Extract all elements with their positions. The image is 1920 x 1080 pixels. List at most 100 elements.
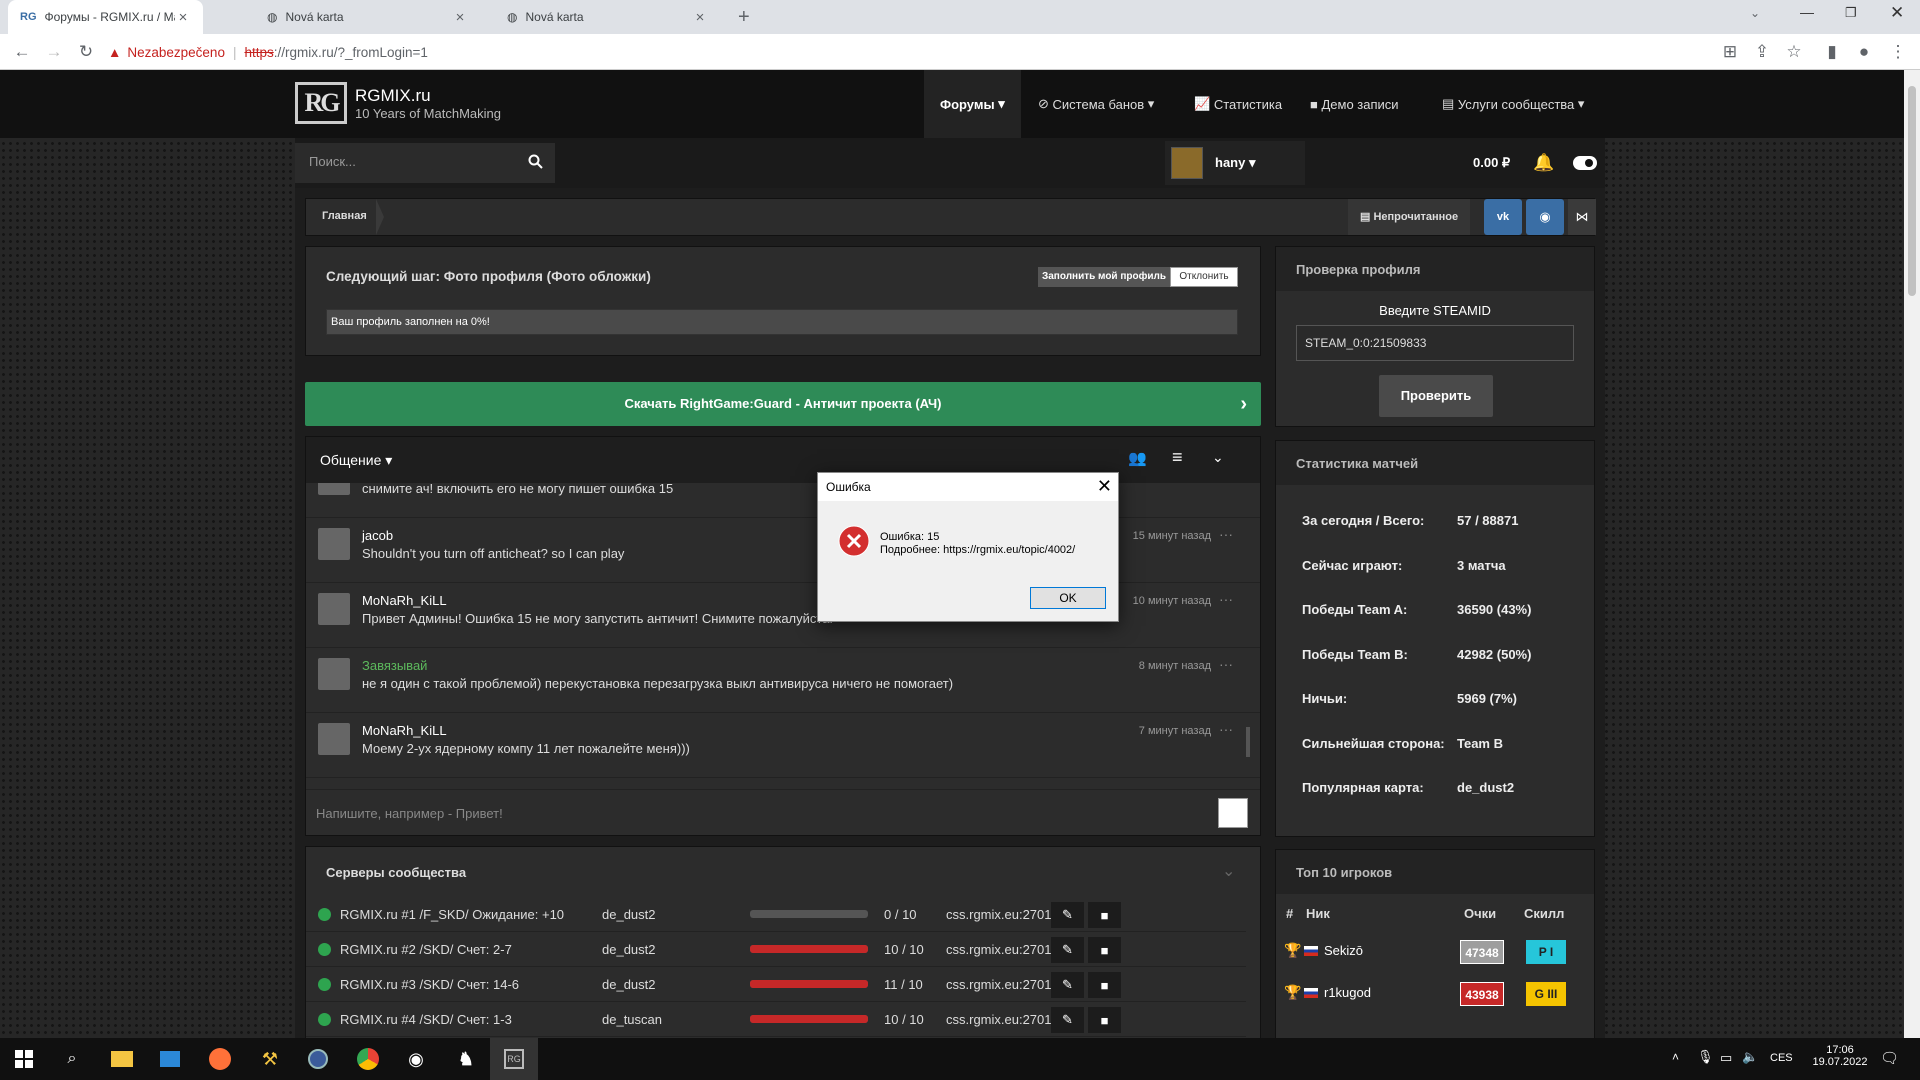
profile-icon[interactable]: ●: [1852, 40, 1876, 64]
server-row[interactable]: RGMIX.ru #3 /SKD/ Счет: 14-6 de_dust2 11 /…: [306, 967, 1246, 1002]
back-button[interactable]: ←: [10, 40, 34, 64]
connect-wrench-icon[interactable]: ✎: [1051, 1007, 1084, 1033]
theme-toggle[interactable]: [1573, 156, 1597, 170]
chat-scrollbar[interactable]: [1246, 727, 1250, 757]
chat-author[interactable]: MoNaRh_KiLL: [362, 593, 447, 608]
server-name[interactable]: RGMIX.ru #1 /F_SKD/ Ожидание: +10: [340, 907, 564, 922]
nav-demos[interactable]: ■ Демо записи: [1294, 70, 1415, 138]
reload-button[interactable]: ↻: [74, 40, 98, 64]
notification-icon[interactable]: 🗨: [1880, 1049, 1899, 1067]
menu-kebab-icon[interactable]: ⋮: [1886, 40, 1910, 64]
fill-profile-button[interactable]: Заполнить мой профиль: [1038, 267, 1170, 287]
search-input[interactable]: Поиск...: [295, 143, 555, 183]
firefox-icon[interactable]: [196, 1038, 244, 1080]
steam-icon[interactable]: ◉: [392, 1038, 440, 1080]
list-icon[interactable]: ≡: [1172, 447, 1183, 468]
server-name[interactable]: RGMIX.ru #3 /SKD/ Счет: 14-6: [340, 977, 519, 992]
volume-icon[interactable]: 🔈: [1742, 1049, 1758, 1065]
restore-window-button[interactable]: ❐: [1845, 5, 1857, 21]
video-camera-icon[interactable]: ■: [1088, 972, 1121, 998]
more-dots-icon[interactable]: ···: [1219, 526, 1233, 542]
connect-wrench-icon[interactable]: ✎: [1051, 902, 1084, 928]
translate-icon[interactable]: ⊞: [1718, 40, 1742, 64]
server-address[interactable]: css.rgmix.eu:27015: [946, 907, 1059, 922]
server-row[interactable]: RGMIX.ru #4 /SKD/ Счет: 1-3 de_tuscan 10 /…: [306, 1002, 1246, 1037]
tab-new-1[interactable]: ◍ Nová karta ×: [255, 0, 480, 34]
bell-icon[interactable]: 🔔: [1533, 153, 1554, 173]
smiley-image-icon[interactable]: [1218, 798, 1248, 828]
nav-services[interactable]: ▤ Услуги сообщества ▾: [1426, 70, 1600, 138]
avatar[interactable]: [318, 658, 350, 690]
windows-start-icon[interactable]: [0, 1038, 48, 1080]
minimize-window-button[interactable]: —: [1800, 4, 1814, 20]
avatar[interactable]: [318, 483, 350, 495]
avatar[interactable]: [318, 723, 350, 755]
vk-icon[interactable]: vk: [1484, 199, 1522, 235]
file-explorer-icon[interactable]: [98, 1038, 146, 1080]
more-dots-icon[interactable]: ···: [1219, 656, 1233, 672]
video-camera-icon[interactable]: ■: [1088, 1007, 1121, 1033]
page-scrollbar[interactable]: [1904, 70, 1920, 1038]
forward-button[interactable]: →: [42, 40, 66, 64]
tray-chevron-icon[interactable]: ˄: [1672, 1050, 1679, 1064]
server-address[interactable]: css.rgmix.eu:27017: [946, 977, 1059, 992]
app-circle-icon[interactable]: [294, 1038, 342, 1080]
scrollbar-thumb[interactable]: [1908, 86, 1916, 296]
more-dots-icon[interactable]: ···: [1219, 721, 1233, 737]
tab-search-icon[interactable]: ⌄: [1750, 6, 1760, 20]
collapse-icon[interactable]: ⌄: [1222, 861, 1235, 881]
tab-forums[interactable]: RG Форумы - RGMIX.ru / MatchMak ×: [8, 0, 203, 34]
close-icon[interactable]: ✕: [1097, 476, 1112, 497]
chat-author[interactable]: jacob: [362, 528, 393, 543]
app-icon[interactable]: [146, 1038, 194, 1080]
chat-author[interactable]: Завязывай: [362, 658, 427, 673]
server-row[interactable]: RGMIX.ru #2 /SKD/ Счет: 2-7 de_dust2 10 / …: [306, 932, 1246, 967]
rg-guard-icon[interactable]: RG: [490, 1038, 538, 1080]
bookmark-star-icon[interactable]: ☆: [1782, 40, 1806, 64]
ok-button[interactable]: OK: [1030, 587, 1106, 609]
server-name[interactable]: RGMIX.ru #4 /SKD/ Счет: 1-3: [340, 1012, 512, 1027]
close-tab-icon[interactable]: ×: [452, 9, 468, 26]
search-icon[interactable]: ⌕: [48, 1038, 96, 1080]
share-icon[interactable]: ⇪: [1750, 40, 1774, 64]
player-row[interactable]: 🏆 r1kugod 43938 G III: [1276, 974, 1594, 1016]
server-address[interactable]: css.rgmix.eu:27016: [946, 942, 1059, 957]
tool-icon[interactable]: ⚒: [246, 1038, 294, 1080]
counter-strike-icon[interactable]: ♞: [442, 1038, 490, 1080]
user-menu[interactable]: hany ▾: [1165, 141, 1305, 185]
download-anticheat-banner[interactable]: Скачать RightGame:Guard - Античит проект…: [305, 382, 1261, 426]
share-icon[interactable]: ⋈: [1568, 199, 1596, 235]
player-nick[interactable]: r1kugod: [1324, 985, 1371, 1000]
avatar[interactable]: [318, 528, 350, 560]
connect-wrench-icon[interactable]: ✎: [1051, 937, 1084, 963]
steamid-input[interactable]: STEAM_0:0:21509833: [1296, 325, 1574, 361]
video-camera-icon[interactable]: ■: [1088, 902, 1121, 928]
url-field[interactable]: ▲ Nezabezpečeno | https ://rgmix.ru/?_fr…: [108, 38, 1708, 66]
unread-button[interactable]: ▤ Непрочитанное: [1348, 199, 1471, 235]
video-camera-icon[interactable]: ■: [1088, 937, 1121, 963]
breadcrumb-home[interactable]: Главная: [322, 210, 367, 222]
nav-bans[interactable]: ⊘ Система банов ▾: [1022, 70, 1170, 138]
chat-input[interactable]: Напишите, например - Привет!: [306, 789, 1260, 835]
balance[interactable]: 0.00 ₽: [1473, 155, 1510, 171]
server-name[interactable]: RGMIX.ru #2 /SKD/ Счет: 2-7: [340, 942, 512, 957]
language-indicator[interactable]: CES: [1770, 1052, 1793, 1064]
close-tab-icon[interactable]: ×: [175, 9, 191, 26]
server-row[interactable]: RGMIX.ru #1 /F_SKD/ Ожидание: +10 de_dust…: [306, 897, 1246, 932]
users-icon[interactable]: 👥: [1128, 449, 1147, 467]
server-address[interactable]: css.rgmix.eu:27018: [946, 1012, 1059, 1027]
microphone-icon[interactable]: 🎙: [1697, 1049, 1714, 1065]
player-nick[interactable]: Sekizō: [1324, 943, 1363, 958]
close-tab-icon[interactable]: ×: [692, 9, 708, 26]
site-logo[interactable]: RG RGMIX.ru 10 Years of MatchMaking: [295, 82, 501, 124]
chat-title[interactable]: Общение ▾: [320, 452, 392, 469]
avatar[interactable]: [318, 593, 350, 625]
check-button[interactable]: Проверить: [1379, 375, 1493, 417]
decline-button[interactable]: Отклонить: [1170, 267, 1238, 287]
new-tab-button[interactable]: +: [738, 6, 750, 29]
nav-stats[interactable]: 📈 Статистика: [1178, 70, 1298, 138]
connect-wrench-icon[interactable]: ✎: [1051, 972, 1084, 998]
steam-icon[interactable]: ◉: [1526, 199, 1564, 235]
nav-forums[interactable]: Форумы ▾: [924, 70, 1021, 138]
player-row[interactable]: 🏆 Sekizō 47348 P I: [1276, 932, 1594, 974]
